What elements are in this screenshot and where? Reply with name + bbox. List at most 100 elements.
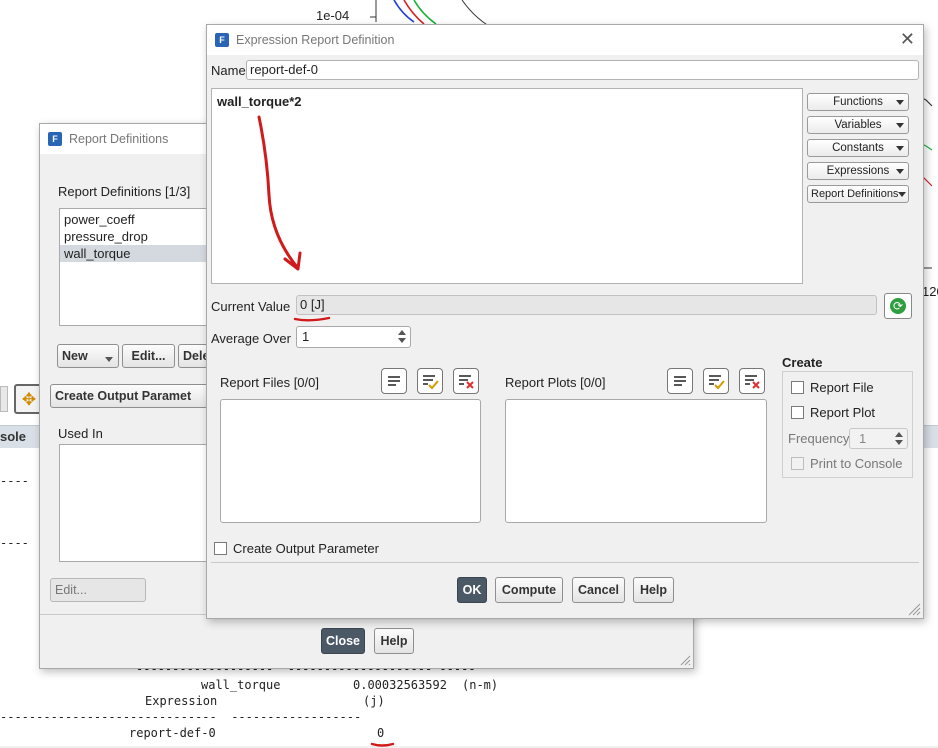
move-icon: ✥ [21,389,37,409]
list-item-selected[interactable]: wall_torque [60,245,218,262]
chevron-down-icon [898,192,906,197]
current-value-label: Current Value [211,299,291,314]
edit-button[interactable]: Edit... [122,344,175,368]
console-name: report-def-0 [129,726,216,740]
report-definitions-list[interactable]: power_coeff pressure_drop wall_torque [59,208,219,326]
toolbar-fragment[interactable] [0,386,8,412]
arrow-up-icon[interactable] [398,330,406,335]
report-plot-label: Report Plot [810,405,876,420]
expressions-menu-button[interactable]: Expressions [807,162,909,180]
ok-button[interactable]: OK [457,577,487,603]
help-button[interactable]: Help [374,628,414,654]
report-plots-list[interactable] [505,399,767,523]
dialog-title: Report Definitions [69,132,169,146]
menu-label: Constants [832,142,884,154]
compute-button[interactable]: Compute [495,577,563,603]
chevron-down-icon [896,146,904,151]
report-definitions-menu-button[interactable]: Report Definitions [807,185,909,203]
arrow-down-icon[interactable] [398,338,406,343]
current-value-text: 0 [J] [300,297,325,312]
report-files-list[interactable] [220,399,481,523]
close-button[interactable]: Close [321,628,365,654]
report-file-checkbox[interactable] [791,381,804,394]
average-over-value: 1 [302,329,310,344]
functions-menu-button[interactable]: Functions [807,93,909,111]
frequency-value: 1 [859,431,867,446]
list-clear-icon [459,375,474,389]
report-files-label: Report Files [0/0] [220,375,319,390]
fluent-app-icon: F [48,132,62,146]
red-underline-annotation [370,742,395,747]
list-icon [388,376,400,386]
new-button[interactable]: New [57,344,119,368]
create-group-box: Report File Report Plot Frequency 1 Prin… [782,371,913,478]
current-value-field: 0 [J] [296,295,877,315]
chevron-down-icon [105,357,113,362]
apply-files-button[interactable] [417,368,443,394]
console-unit: (n-m) [462,678,499,692]
help-button[interactable]: Help [633,577,674,603]
plot-tick-label: 1e-04 [316,8,350,23]
report-definitions-count-label: Report Definitions [1/3] [58,184,191,199]
print-to-console-checkbox[interactable] [791,457,804,470]
constants-menu-button[interactable]: Constants [807,139,909,157]
console-separator: ---- [0,474,29,488]
average-over-label: Average Over [211,331,291,346]
list-check-icon [423,375,439,390]
refresh-icon: ⟳ [890,298,906,314]
list-clear-icon [745,375,760,389]
list-icon [674,376,686,386]
console-name: wall_torque [201,678,281,692]
expression-dialog-titlebar[interactable]: F Expression Report Definition ✕ [207,25,923,55]
close-icon[interactable]: ✕ [900,30,915,48]
resize-grip-icon[interactable] [907,602,921,616]
create-group-label: Create [782,355,823,370]
dialog-title: Expression Report Definition [236,33,395,47]
list-item[interactable]: pressure_drop [60,228,218,245]
report-plot-checkbox[interactable] [791,406,804,419]
used-in-label: Used In [58,426,103,441]
menu-label: Expressions [826,165,890,177]
create-output-parameter-checkbox[interactable] [214,542,227,555]
average-over-spinner[interactable]: 1 [296,326,411,348]
create-output-parameter-button[interactable]: Create Output Paramet [50,384,218,408]
new-button-label: New [62,349,88,363]
chevron-down-icon [896,100,904,105]
arrow-up-icon[interactable] [895,432,903,437]
print-to-console-label: Print to Console [810,456,903,471]
spinner-arrows[interactable] [398,330,408,343]
deselect-files-button[interactable] [453,368,479,394]
console-tab[interactable]: sole [0,429,26,444]
used-in-list[interactable] [59,444,219,562]
plot-axis-fragment: 120 [922,284,938,299]
deselect-plots-button[interactable] [739,368,765,394]
console-value: 0.00032563592 [353,678,447,692]
create-output-parameter-label: Create Output Parameter [233,541,379,556]
console-value: 0 [377,726,385,740]
resize-grip-icon[interactable] [679,654,691,666]
fluent-app-icon: F [215,33,229,47]
used-in-edit-button[interactable]: Edit... [50,578,146,602]
expression-text: wall_torque*2 [217,94,302,109]
spinner-arrows[interactable] [895,432,905,445]
variables-menu-button[interactable]: Variables [807,116,909,134]
frequency-label: Frequency [788,431,850,446]
divider [211,562,919,563]
select-all-plots-button[interactable] [667,368,693,394]
console-separator: ---- [0,536,29,550]
frequency-spinner[interactable]: 1 [849,428,908,449]
arrow-down-icon[interactable] [895,440,903,445]
cancel-button[interactable]: Cancel [572,577,625,603]
name-input[interactable]: report-def-0 [246,60,919,80]
report-plots-label: Report Plots [0/0] [505,375,606,390]
refresh-value-button[interactable]: ⟳ [884,293,912,319]
console-separator: ------------------------------ ---------… [0,710,362,724]
report-file-label: Report File [810,380,874,395]
chevron-down-icon [896,169,904,174]
list-item[interactable]: power_coeff [60,211,218,228]
chevron-down-icon [896,123,904,128]
red-arrow-annotation [257,115,302,271]
select-all-files-button[interactable] [381,368,407,394]
apply-plots-button[interactable] [703,368,729,394]
name-label: Name [211,63,246,78]
